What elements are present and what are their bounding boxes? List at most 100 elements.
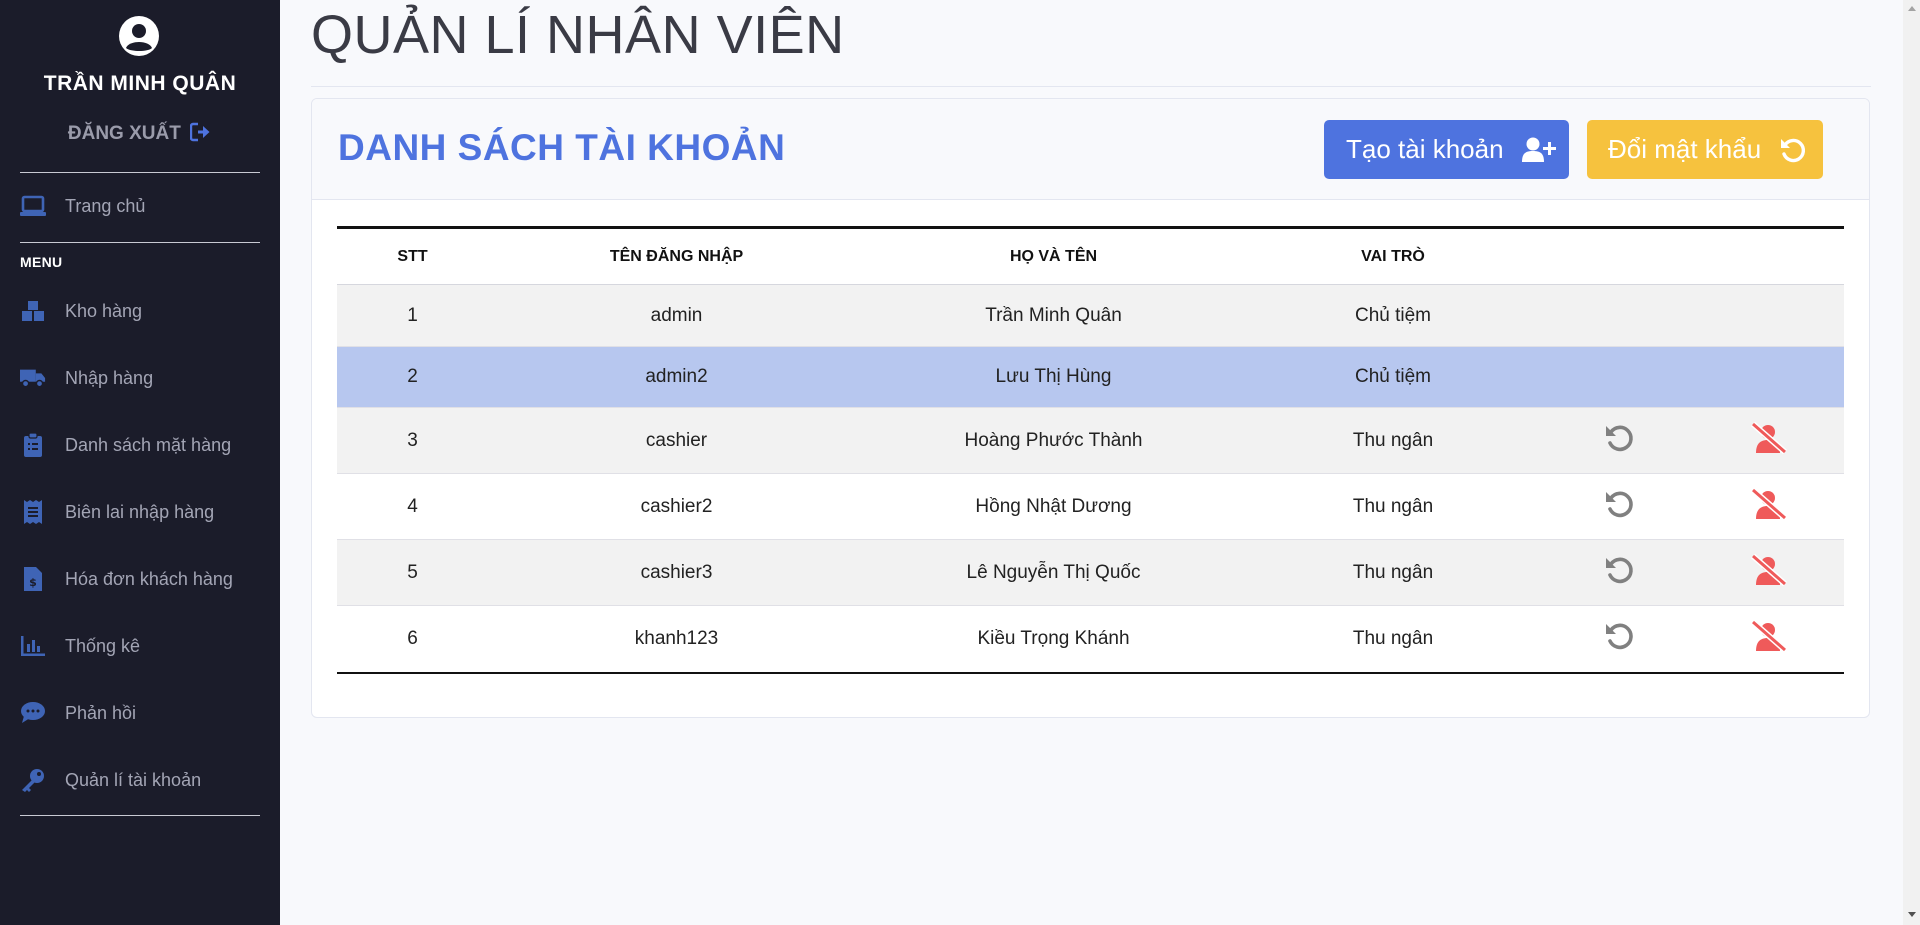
reset-password-icon[interactable] [1603,554,1635,586]
disable-user-icon[interactable] [1749,553,1789,586]
header-role: VAI TRÒ [1242,227,1544,285]
cell-empty [1544,346,1694,408]
cell-delete [1694,407,1844,474]
sidebar-item-hoa-don-khach-hang[interactable]: $ Hóa đơn khách hàng [20,562,260,596]
disable-user-icon[interactable] [1749,619,1789,652]
header-empty [1694,227,1844,285]
clipboard-list-icon [20,432,46,458]
cell-username: cashier2 [488,473,865,540]
user-plus-icon [1521,137,1556,163]
undo-icon [1779,136,1807,164]
cell-username: khanh123 [488,605,865,674]
table-row[interactable]: 5 cashier3 Lê Nguyễn Thị Quốc Thu ngân [337,539,1844,606]
disable-user-icon[interactable] [1749,487,1789,520]
sidebar-item-label: Biên lai nhập hàng [65,501,215,522]
cell-stt: 4 [337,473,488,540]
change-password-button[interactable]: Đổi mật khẩu [1587,120,1823,179]
cell-reset [1544,407,1694,474]
disable-user-icon[interactable] [1749,421,1789,454]
card-header: DANH SÁCH TÀI KHOẢN Tạo tài khoản Đổi mậ… [312,99,1869,200]
sidebar-item-danh-sach-mat-hang[interactable]: Danh sách mặt hàng [20,428,260,462]
cell-role: Thu ngân [1242,473,1544,540]
sidebar-item-phan-hoi[interactable]: Phản hồi [20,696,260,730]
logout-link[interactable]: ĐĂNG XUẤT [0,122,280,145]
page-title: QUẢN LÍ NHÂN VIÊN [311,5,845,65]
cell-empty [1544,284,1694,347]
cell-stt: 3 [337,407,488,474]
truck-icon [20,365,46,391]
scroll-down-arrow-icon[interactable] [1908,912,1916,917]
user-name: TRẦN MINH QUÂN [43,72,237,95]
comment-icon [20,700,46,726]
sidebar-item-nhap-hang[interactable]: Nhập hàng [20,361,260,395]
header-stt: STT [337,227,488,285]
cell-fullname: Kiều Trọng Khánh [865,605,1242,674]
table-row[interactable]: 3 cashier Hoàng Phước Thành Thu ngân [337,407,1844,474]
sidebar-item-bien-lai-nhap-hang[interactable]: Biên lai nhập hàng [20,495,260,529]
cell-role: Chủ tiệm [1242,346,1544,408]
table-row[interactable]: 4 cashier2 Hồng Nhật Dương Thu ngân [337,473,1844,540]
table-row[interactable]: 2 admin2 Lưu Thị Hùng Chủ tiệm [337,346,1844,408]
sidebar-item-label: Quản lí tài khoản [65,769,202,790]
cell-role: Thu ngân [1242,407,1544,474]
cell-delete [1694,539,1844,606]
cell-empty [1694,284,1844,347]
sidebar-item-kho-hang[interactable]: Kho hàng [20,294,260,328]
menu-heading: MENU [20,254,63,270]
svg-text:$: $ [29,576,37,589]
reset-password-icon[interactable] [1603,488,1635,520]
key-icon [20,767,46,793]
table-header-row: STT TÊN ĐĂNG NHẬP HỌ VÀ TÊN VAI TRÒ [337,227,1844,285]
cell-role: Thu ngân [1242,539,1544,606]
cell-fullname: Lưu Thị Hùng [865,346,1242,408]
scroll-up-arrow-icon[interactable] [1908,6,1916,11]
user-avatar-icon [119,16,159,56]
cell-username: cashier3 [488,539,865,606]
sidebar-item-label: Hóa đơn khách hàng [65,568,233,589]
reset-password-icon[interactable] [1603,620,1635,652]
cell-stt: 2 [337,346,488,408]
sidebar-divider [20,172,260,173]
sidebar-item-thong-ke[interactable]: Thống kê [20,629,260,663]
table-row[interactable]: 6 khanh123 Kiều Trọng Khánh Thu ngân [337,605,1844,674]
cell-delete [1694,605,1844,674]
sign-out-icon [189,122,210,142]
cell-delete [1694,473,1844,540]
cell-empty [1694,346,1844,408]
title-divider [311,86,1871,87]
sidebar-item-home[interactable]: Trang chủ [20,189,260,223]
cell-reset [1544,473,1694,540]
cell-username: admin2 [488,346,865,408]
sidebar-divider [20,815,260,816]
accounts-card: DANH SÁCH TÀI KHOẢN Tạo tài khoản Đổi mậ… [311,98,1870,718]
cell-fullname: Hoàng Phước Thành [865,407,1242,474]
sidebar: TRẦN MINH QUÂN ĐĂNG XUẤT Trang chủ MENU … [0,0,280,925]
create-account-label: Tạo tài khoản [1346,134,1504,164]
change-password-label: Đổi mật khẩu [1608,134,1762,164]
boxes-icon [20,298,46,324]
reset-password-icon[interactable] [1603,422,1635,454]
receipt-icon [20,499,46,525]
cell-reset [1544,539,1694,606]
cell-fullname: Lê Nguyễn Thị Quốc [865,539,1242,606]
accounts-table: STT TÊN ĐĂNG NHẬP HỌ VÀ TÊN VAI TRÒ 1 ad… [337,226,1844,674]
sidebar-item-quan-li-tai-khoan[interactable]: Quản lí tài khoản [20,763,260,797]
sidebar-item-label: Trang chủ [65,195,146,216]
page-scrollbar[interactable] [1903,0,1920,925]
table-row[interactable]: 1 admin Trần Minh Quân Chủ tiệm [337,284,1844,347]
cell-role: Thu ngân [1242,605,1544,674]
cell-stt: 1 [337,284,488,347]
cell-fullname: Trần Minh Quân [865,284,1242,347]
sidebar-item-label: Thống kê [65,635,141,656]
sidebar-item-label: Kho hàng [65,300,143,321]
cell-fullname: Hồng Nhật Dương [865,473,1242,540]
cell-stt: 6 [337,605,488,674]
sidebar-item-label: Phản hồi [65,702,137,723]
sidebar-divider [20,242,260,243]
header-username: TÊN ĐĂNG NHẬP [488,227,865,285]
bar-chart-icon [20,633,46,659]
cell-role: Chủ tiệm [1242,284,1544,347]
laptop-icon [20,193,46,219]
sidebar-item-label: Danh sách mặt hàng [65,434,232,455]
create-account-button[interactable]: Tạo tài khoản [1324,120,1569,179]
